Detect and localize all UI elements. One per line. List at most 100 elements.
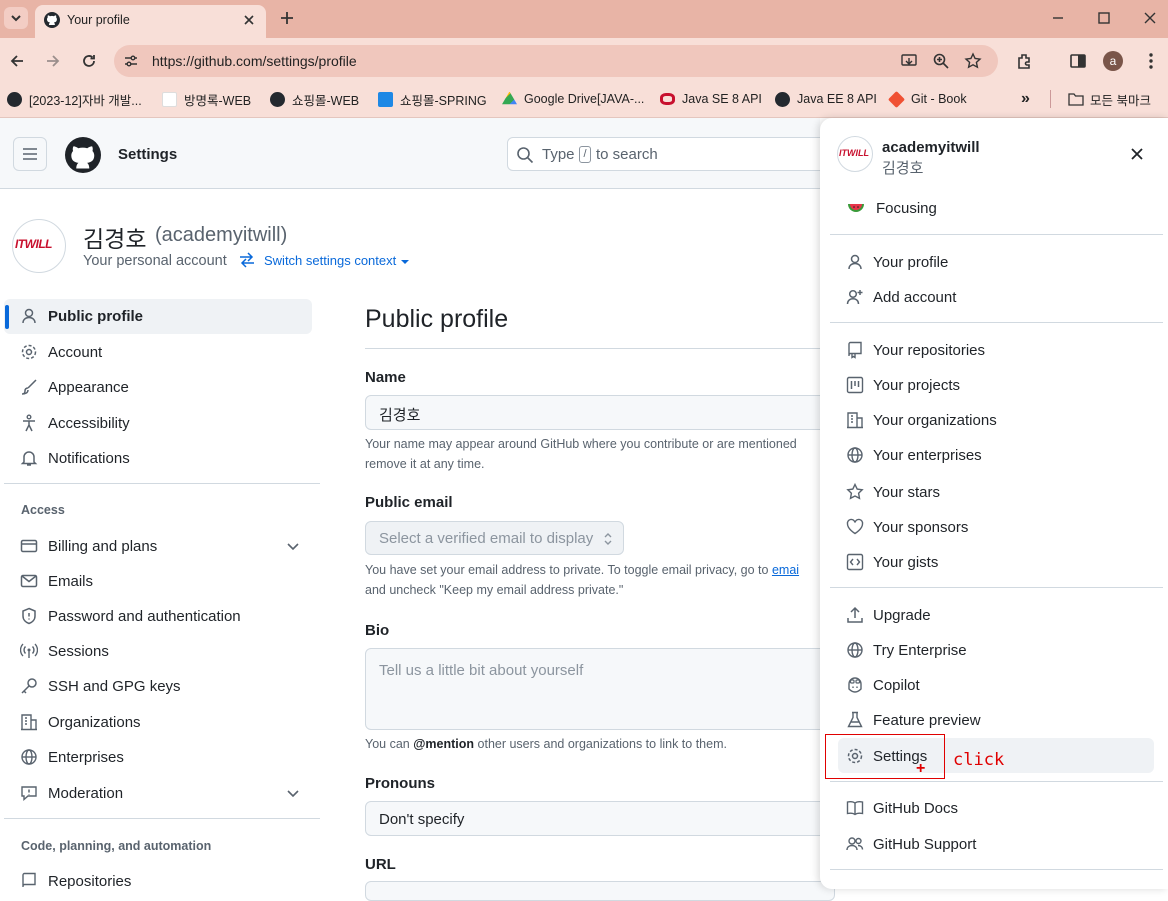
more-menu-icon[interactable] [1141, 51, 1161, 71]
sidebar-item-notifications[interactable]: Notifications [20, 449, 130, 467]
mail-icon [20, 574, 38, 588]
itwill-logo: ITWILL [15, 237, 52, 251]
pronouns-select[interactable]: Don't specify [365, 801, 835, 836]
tab-search-button[interactable] [4, 7, 28, 29]
hamburger-button[interactable] [13, 137, 47, 171]
sidebar-item-organizations[interactable]: Organizations [20, 713, 141, 731]
bookmark-item[interactable]: 쇼핑몰-WEB [270, 88, 359, 110]
sidebar-item-accessibility[interactable]: Accessibility [20, 414, 130, 432]
side-panel-icon[interactable] [1068, 51, 1088, 71]
bookmark-star-icon[interactable] [964, 52, 982, 70]
gear-icon [21, 344, 37, 360]
sidebar-item-sessions[interactable]: Sessions [20, 642, 109, 660]
google-drive-icon [502, 91, 517, 105]
profile-avatar[interactable]: a [1103, 51, 1123, 71]
switch-context-link[interactable]: Switch settings context [264, 253, 396, 268]
browser-tab[interactable]: Your profile [35, 5, 266, 38]
install-app-icon[interactable] [900, 52, 918, 70]
bookmark-item[interactable]: Google Drive[JAVA-... [502, 88, 644, 110]
sidebar-item-enterprises[interactable]: Enterprises [20, 748, 124, 766]
name-input-value: 김경호 [379, 407, 421, 424]
account-subtitle: Your personal account [83, 253, 227, 269]
watermelon-emoji-icon [848, 204, 864, 212]
search-placeholder-suffix: to search [596, 146, 658, 163]
reload-icon[interactable] [80, 52, 98, 70]
public-email-select[interactable]: Select a verified email to display [365, 521, 624, 555]
close-icon[interactable] [1128, 145, 1146, 163]
search-shortcut-key: / [579, 146, 591, 163]
email-settings-link[interactable]: emai [772, 563, 799, 577]
address-bar[interactable]: https://github.com/settings/profile [114, 45, 998, 77]
sidebar-item-billing[interactable]: Billing and plans [20, 537, 157, 555]
sidebar-item-ssh-keys[interactable]: SSH and GPG keys [20, 677, 181, 695]
menu-item-github-docs[interactable]: GitHub Docs [846, 799, 958, 817]
report-icon [21, 786, 37, 802]
bookmark-item[interactable]: Java SE 8 API [660, 88, 762, 110]
sidebar-item-moderation[interactable]: Moderation [20, 784, 123, 802]
bookmark-item[interactable]: Git - Book [888, 88, 967, 110]
menu-item-your-profile[interactable]: Your profile [846, 253, 948, 271]
menu-item-your-enterprises[interactable]: Your enterprises [846, 446, 982, 464]
select-arrows-icon [604, 533, 612, 545]
bookmark-item[interactable]: 쇼핑몰-SPRING [378, 88, 487, 110]
url-input[interactable] [365, 881, 835, 901]
sidebar-item-public-profile[interactable]: Public profile [20, 307, 143, 325]
menu-item-try-enterprise[interactable]: Try Enterprise [846, 641, 967, 659]
more-bookmarks-icon[interactable]: » [1021, 88, 1030, 110]
menu-divider [830, 781, 1163, 782]
menu-item-add-account[interactable]: Add account [846, 288, 956, 306]
sidebar-item-emails[interactable]: Emails [20, 572, 93, 590]
close-tab-icon[interactable] [241, 12, 257, 28]
search-placeholder-prefix: Type [542, 146, 575, 163]
chevron-down-icon[interactable] [285, 785, 301, 801]
sidebar-item-repositories[interactable]: Repositories [20, 872, 131, 890]
bell-icon [20, 451, 38, 466]
menu-item-your-gists[interactable]: Your gists [846, 553, 938, 571]
menu-name: 김경호 [882, 160, 924, 177]
status-button[interactable]: Focusing [838, 196, 1154, 222]
menu-item-your-repositories[interactable]: Your repositories [846, 341, 985, 359]
menu-item-your-projects[interactable]: Your projects [846, 376, 960, 394]
site-info-icon[interactable] [123, 53, 139, 69]
back-icon[interactable] [8, 52, 26, 70]
globe-icon [847, 642, 863, 658]
forward-icon[interactable] [44, 52, 62, 70]
click-annotation-text: click [953, 750, 1005, 770]
sidebar-divider [4, 818, 320, 819]
all-bookmarks-folder[interactable]: 모든 북마크 [1068, 88, 1151, 110]
menu-item-your-sponsors[interactable]: Your sponsors [846, 518, 968, 536]
repo-icon [848, 341, 862, 359]
sidebar-heading-code: Code, planning, and automation [21, 839, 212, 853]
menu-divider [830, 869, 1163, 870]
extensions-icon[interactable] [1015, 51, 1035, 71]
account-avatar[interactable]: ITWILL [12, 219, 66, 273]
caret-down-icon[interactable] [400, 258, 410, 266]
zoom-icon[interactable] [932, 52, 950, 70]
menu-item-feature-preview[interactable]: Feature preview [846, 711, 981, 729]
maximize-icon[interactable] [1096, 10, 1112, 26]
search-input[interactable]: Type / to search [507, 137, 837, 171]
status-text: Focusing [876, 200, 937, 217]
github-favicon-icon [775, 91, 790, 107]
chevron-down-icon[interactable] [285, 538, 301, 554]
bio-textarea[interactable]: Tell us a little bit about yourself [365, 648, 835, 730]
menu-item-copilot[interactable]: Copilot [846, 676, 920, 694]
new-tab-icon[interactable] [278, 9, 296, 27]
sidebar-item-account[interactable]: Account [20, 343, 102, 361]
menu-item-github-support[interactable]: GitHub Support [846, 835, 976, 853]
minimize-icon[interactable] [1050, 10, 1066, 26]
github-favicon-icon [270, 91, 285, 107]
menu-item-upgrade[interactable]: Upgrade [846, 606, 931, 624]
name-input[interactable]: 김경호 [365, 395, 835, 430]
pronouns-value: Don't specify [379, 811, 465, 828]
github-favicon-icon [44, 12, 60, 28]
menu-item-your-stars[interactable]: Your stars [846, 483, 940, 501]
github-logo-icon[interactable] [65, 137, 101, 173]
close-window-icon[interactable] [1142, 10, 1158, 26]
sidebar-item-appearance[interactable]: Appearance [20, 378, 129, 396]
bookmark-item[interactable]: 방명록-WEB [162, 88, 251, 110]
bookmark-item[interactable]: Java EE 8 API [775, 88, 877, 110]
bookmark-item[interactable]: [2023-12]자바 개발... [7, 88, 142, 110]
sidebar-item-password[interactable]: Password and authentication [20, 607, 241, 625]
menu-item-your-organizations[interactable]: Your organizations [846, 411, 997, 429]
